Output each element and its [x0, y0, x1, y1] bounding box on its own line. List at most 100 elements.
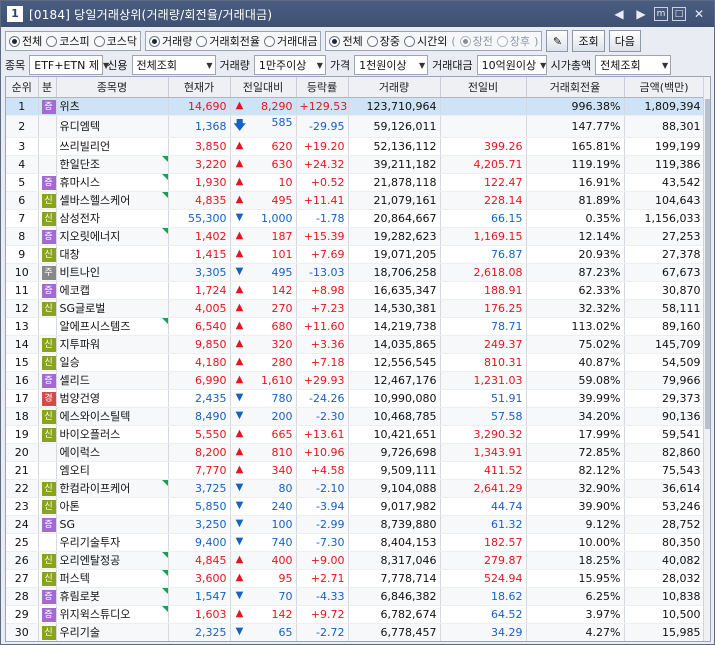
- next-button[interactable]: 다음: [608, 30, 641, 52]
- table-row[interactable]: 24 증 SG 3,250 ▼ 100 -2.99 8,739,880 61.32 9.12% 28…: [6, 515, 705, 534]
- credit-select[interactable]: 전체조회 ▼: [131, 55, 216, 75]
- vertical-scrollbar[interactable]: [703, 77, 710, 641]
- stock-name[interactable]: SG: [60, 518, 76, 531]
- item-select[interactable]: ETF+ETN 제 ▼: [29, 55, 109, 75]
- col-change[interactable]: 전일대비: [230, 77, 297, 98]
- stock-name[interactable]: 휴림로봇: [60, 590, 100, 603]
- name-cell[interactable]: 범양건영: [56, 389, 169, 408]
- settings-icon[interactable]: ✎: [546, 30, 569, 52]
- col-badge[interactable]: 분: [38, 77, 57, 98]
- next-arrow-icon[interactable]: ▶: [632, 5, 650, 23]
- table-row[interactable]: 1 증 위츠 14,690 ▲ 8,290 +129.53 123,710,964 996.38…: [6, 97, 705, 116]
- stock-name[interactable]: 한컴라이프케어: [60, 482, 131, 495]
- market-kospi-radio[interactable]: 코스피: [46, 33, 90, 49]
- stock-name[interactable]: 퍼스텍: [60, 572, 90, 585]
- market-all-radio[interactable]: 전체: [9, 33, 42, 49]
- col-rate[interactable]: 등락률: [296, 77, 349, 98]
- col-price[interactable]: 현재가: [168, 77, 231, 98]
- name-cell[interactable]: 휴림로봇: [56, 587, 169, 606]
- name-cell[interactable]: 한컴라이프케어: [56, 479, 169, 498]
- stock-name[interactable]: 엠오티: [60, 464, 90, 477]
- name-cell[interactable]: 위츠: [56, 97, 169, 116]
- name-cell[interactable]: 퍼스텍: [56, 569, 169, 588]
- stock-name[interactable]: 한일단조: [60, 158, 100, 171]
- name-cell[interactable]: 에코캡: [56, 281, 169, 300]
- table-row[interactable]: 16 증 셀리드 6,990 ▲ 1,610 +29.93 12,467,176 1,231.0…: [6, 371, 705, 390]
- name-cell[interactable]: 에스와이스틸텍: [56, 407, 169, 426]
- name-cell[interactable]: 아톤: [56, 497, 169, 516]
- stock-name[interactable]: 아톤: [60, 500, 80, 513]
- stock-name[interactable]: 휴마시스: [60, 176, 100, 189]
- name-cell[interactable]: 우리기술: [56, 623, 169, 641]
- name-cell[interactable]: 바이오플러스: [56, 425, 169, 444]
- name-cell[interactable]: 지오릿에너지: [56, 227, 169, 246]
- name-cell[interactable]: 한일단조: [56, 155, 169, 174]
- name-cell[interactable]: 일승: [56, 353, 169, 372]
- table-row[interactable]: 12 신 SG글로벌 4,005 ▲ 270 +7.23 14,530,381 176.25 32…: [6, 299, 705, 318]
- table-row[interactable]: 7 신 삼성전자 55,300 ▼ 1,000 -1.78 20,864,667 66.15 0.…: [6, 209, 705, 228]
- name-cell[interactable]: 대창: [56, 245, 169, 264]
- name-cell[interactable]: 휴마시스: [56, 173, 169, 192]
- name-cell[interactable]: 셀바스헬스케어: [56, 191, 169, 210]
- name-cell[interactable]: 알에프시스템즈: [56, 317, 169, 336]
- stock-name[interactable]: 오리엔탈정공: [60, 554, 121, 567]
- table-row[interactable]: 6 신 셀바스헬스케어 4,835 ▲ 495 +11.41 21,079,161 228.14…: [6, 191, 705, 210]
- stock-name[interactable]: 알에프시스템즈: [60, 320, 131, 333]
- name-cell[interactable]: 비트나인: [56, 263, 169, 282]
- table-row[interactable]: 4 한일단조 3,220 ▲ 630 +24.32 39,211,182 4,205.71 11…: [6, 155, 705, 174]
- name-cell[interactable]: 유디엠텍: [56, 115, 169, 138]
- col-amount[interactable]: 금액(백만): [624, 77, 705, 98]
- mcap-select[interactable]: 전체조회 ▼: [595, 55, 672, 75]
- table-row[interactable]: 8 증 지오릿에너지 1,402 ▲ 187 +15.39 19,282,623 1,169.1…: [6, 227, 705, 246]
- name-cell[interactable]: 쓰리빌리언: [56, 137, 169, 156]
- sort-amount-radio[interactable]: 거래대금: [263, 33, 317, 49]
- table-row[interactable]: 27 신 퍼스텍 3,600 ▲ 95 +2.71 7,778,714 524.94 15.95%…: [6, 569, 705, 588]
- name-cell[interactable]: 삼성전자: [56, 209, 169, 228]
- close-button[interactable]: ✕: [690, 5, 708, 23]
- stock-name[interactable]: SG글로벌: [60, 302, 106, 315]
- stock-name[interactable]: 지투파워: [60, 338, 100, 351]
- session-intraday-radio[interactable]: 장중: [366, 33, 400, 49]
- table-row[interactable]: 5 증 휴마시스 1,930 ▲ 10 +0.52 21,878,118 122.47 16.91…: [6, 173, 705, 192]
- sort-volume-radio[interactable]: 거래량: [149, 33, 192, 49]
- table-row[interactable]: 30 신 우리기술 2,325 ▼ 65 -2.72 6,778,457 34.29 4.27% 1…: [6, 623, 705, 641]
- table-row[interactable]: 29 증 위지윅스튜디오 1,603 ▲ 142 +9.72 6,782,674 64.52 3.…: [6, 605, 705, 624]
- price-select[interactable]: 1천원이상 ▼: [354, 55, 429, 75]
- stock-name[interactable]: 에코캡: [60, 284, 90, 297]
- name-cell[interactable]: SG글로벌: [56, 299, 169, 318]
- name-cell[interactable]: 셀리드: [56, 371, 169, 390]
- market-kosdaq-radio[interactable]: 코스닥: [93, 33, 137, 49]
- stock-name[interactable]: 일승: [60, 356, 80, 369]
- sort-turnover-radio[interactable]: 거래회전율: [196, 33, 260, 49]
- maximize-button[interactable]: □: [672, 7, 686, 21]
- minimize-button[interactable]: m: [654, 7, 668, 21]
- stock-name[interactable]: 삼성전자: [60, 212, 100, 225]
- stock-name[interactable]: 에스와이스틸텍: [60, 410, 131, 423]
- col-rank[interactable]: 순위: [6, 77, 39, 98]
- table-row[interactable]: 20 에이럭스 8,200 ▲ 810 +10.96 9,726,698 1,343.91 72…: [6, 443, 705, 462]
- name-cell[interactable]: 오리엔탈정공: [56, 551, 169, 570]
- name-cell[interactable]: 우리기술투자: [56, 533, 169, 552]
- table-row[interactable]: 28 증 휴림로봇 1,547 ▼ 70 -4.33 6,846,382 18.62 6.25% 1…: [6, 587, 705, 606]
- name-cell[interactable]: 에이럭스: [56, 443, 169, 462]
- col-name[interactable]: 종목명: [56, 77, 169, 98]
- table-row[interactable]: 3 쓰리빌리언 3,850 ▲ 620 +19.20 52,136,112 399.26 165…: [6, 137, 705, 156]
- prev-arrow-icon[interactable]: ◀: [610, 5, 628, 23]
- table-row[interactable]: 23 신 아톤 5,850 ▼ 240 -3.94 9,017,982 44.74 39.90% 5…: [6, 497, 705, 516]
- stock-name[interactable]: 셀리드: [60, 374, 90, 387]
- table-row[interactable]: 9 신 대창 1,415 ▲ 101 +7.69 19,071,205 76.87 20.93% 2…: [6, 245, 705, 264]
- stock-name[interactable]: 셀바스헬스케어: [60, 194, 131, 207]
- stock-name[interactable]: 우리기술: [60, 626, 100, 639]
- table-row[interactable]: 22 신 한컴라이프케어 3,725 ▼ 80 -2.10 9,104,088 2,641.29…: [6, 479, 705, 498]
- table-row[interactable]: 25 우리기술투자 9,400 ▼ 740 -7.30 8,404,153 182.57 10.…: [6, 533, 705, 552]
- col-prev-ratio[interactable]: 전일비: [440, 77, 527, 98]
- table-row[interactable]: 18 신 에스와이스틸텍 8,490 ▼ 200 -2.30 10,468,785 57.58 3…: [6, 407, 705, 426]
- stock-name[interactable]: 우리기술투자: [60, 536, 121, 549]
- stock-name[interactable]: 유디엠텍: [60, 120, 100, 133]
- stock-name[interactable]: 에이럭스: [60, 446, 100, 459]
- stock-name[interactable]: 비트나인: [60, 266, 100, 279]
- name-cell[interactable]: SG: [56, 515, 169, 534]
- table-row[interactable]: 17 경 범양건영 2,435 ▼ 780 -24.26 10,990,080 51.91 39.…: [6, 389, 705, 408]
- lookup-button[interactable]: 조회: [572, 30, 605, 52]
- table-row[interactable]: 13 알에프시스템즈 6,540 ▲ 680 +11.60 14,219,738 78.71 1…: [6, 317, 705, 336]
